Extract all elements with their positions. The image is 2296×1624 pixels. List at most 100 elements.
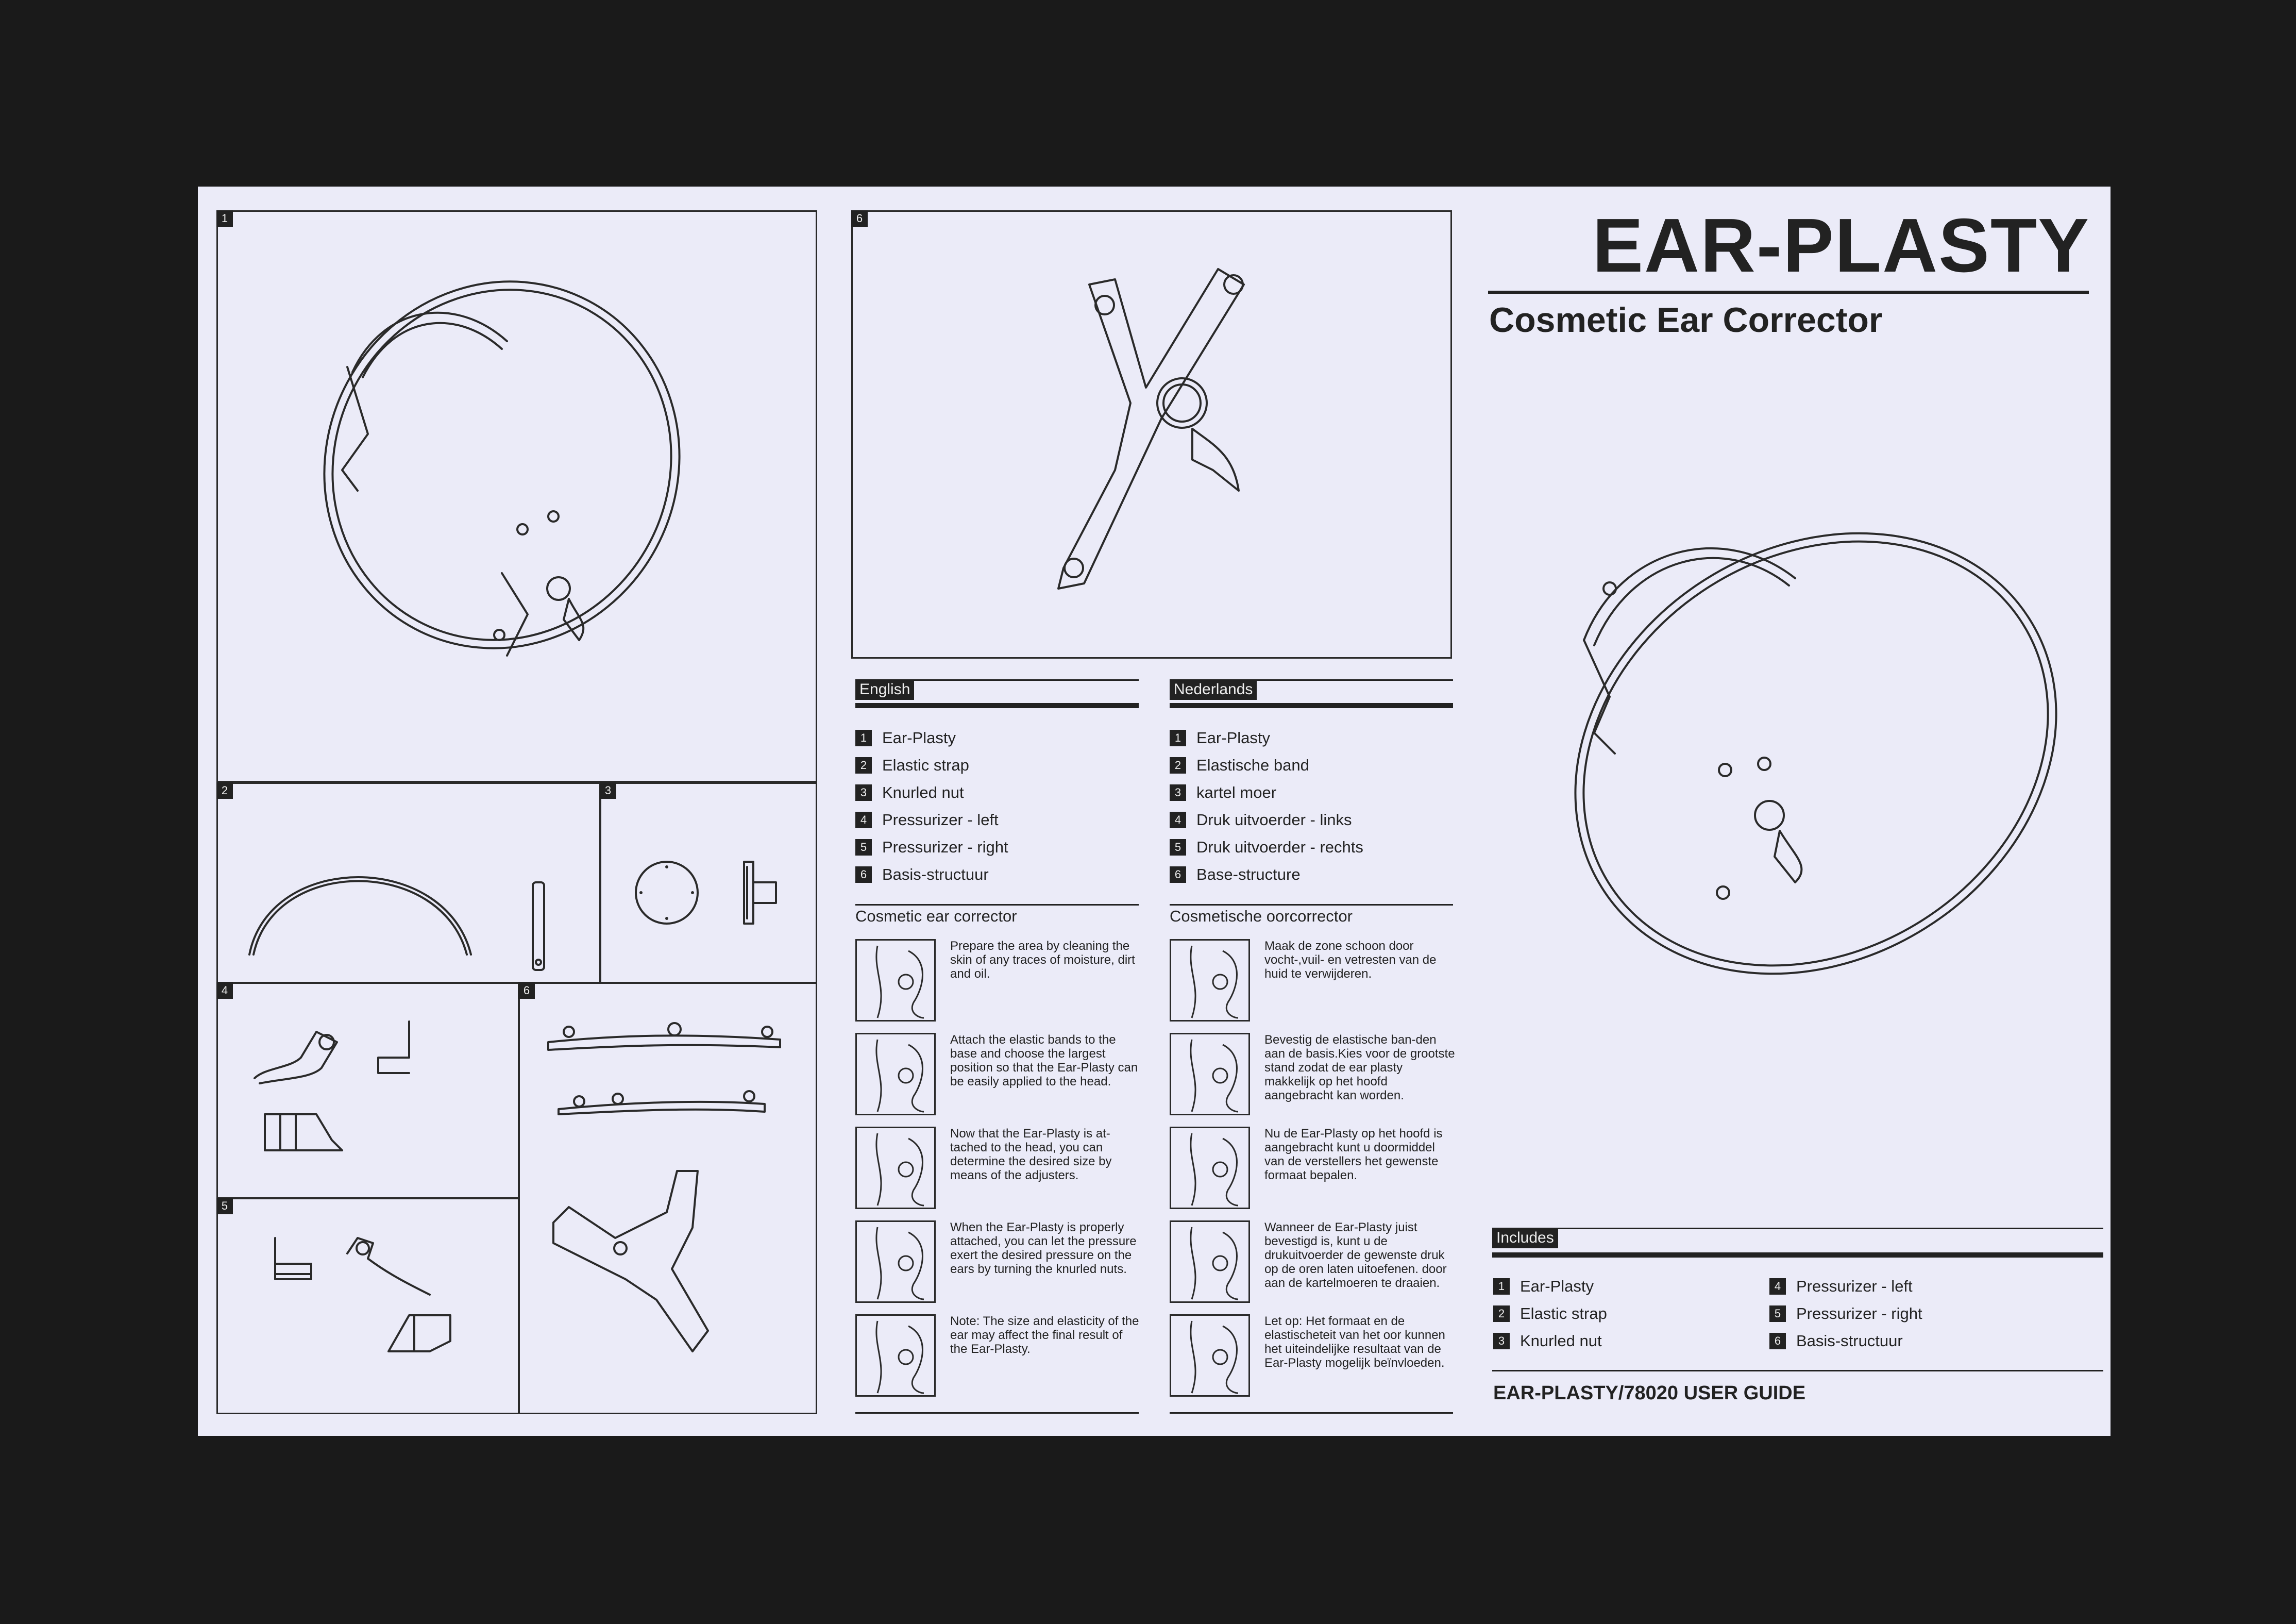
english-rule-thick — [855, 703, 1139, 708]
figure-number-1: 1 — [216, 210, 233, 227]
part-number-badge: 1 — [1493, 1278, 1510, 1295]
parts-list-item: 5 Pressurizer - right — [855, 837, 1008, 858]
figure-number-4: 4 — [216, 982, 233, 999]
part-number-badge: 5 — [1769, 1305, 1786, 1322]
english-steps-rule — [855, 904, 1139, 906]
part-number-badge: 4 — [855, 812, 872, 828]
dutch-rule-thin — [1170, 679, 1453, 681]
part-number-badge: 5 — [1170, 839, 1186, 856]
english-bottom-rule — [855, 1412, 1139, 1414]
step-illustration — [855, 1220, 936, 1303]
step-text: Now that the Ear-Plasty is at-tached to … — [950, 1127, 1112, 1182]
parts-list-item: 4 Druk uitvoerder - links — [1170, 810, 1352, 830]
parts-list-item: 2 Elastic strap — [855, 755, 969, 776]
part-number-badge: 3 — [855, 784, 872, 801]
part-number-badge: 2 — [855, 757, 872, 774]
footer-rule — [1492, 1370, 2103, 1371]
part-label: Pressurizer - right — [882, 838, 1008, 856]
part-label: Knurled nut — [1520, 1332, 1602, 1350]
base-structure-illustration — [547, 1022, 781, 1352]
part-number-badge: 3 — [1170, 784, 1186, 801]
figure-number-6b: 6 — [851, 210, 868, 227]
step-text: Let op: Het formaat en de elastischeteit… — [1264, 1314, 1445, 1370]
part-label: Elastische band — [1196, 756, 1309, 774]
step-illustration — [1170, 1033, 1250, 1115]
step-text: Note: The size and elasticity of the ear… — [950, 1314, 1139, 1356]
dutch-steps-rule — [1170, 904, 1453, 906]
ear-plasty-illustration-small — [323, 280, 681, 657]
part-label: kartel moer — [1196, 783, 1277, 801]
part-number-badge: 1 — [855, 730, 872, 746]
step-text: When the Ear-Plasty is properly attached… — [950, 1220, 1137, 1276]
part-label: Pressurizer - left — [882, 811, 999, 829]
step-illustration — [855, 1127, 936, 1209]
part-number-badge: 4 — [1769, 1278, 1786, 1295]
part-number-badge: 2 — [1170, 757, 1186, 774]
part-label: Elastic strap — [882, 756, 969, 774]
part-label: Basis-structuur — [882, 865, 989, 883]
knurled-nut-illustration — [635, 861, 777, 925]
pressurizer-right-illustration — [274, 1237, 451, 1352]
part-number-badge: 5 — [855, 839, 872, 856]
includes-item: 6 Basis-structuur — [1769, 1331, 1903, 1351]
title-rule — [1488, 291, 2089, 294]
part-number-badge: 2 — [1493, 1305, 1510, 1322]
parts-list-item: 3 Knurled nut — [855, 782, 964, 803]
parts-list-item: 1 Ear-Plasty — [855, 728, 956, 748]
step-illustration — [855, 1033, 936, 1115]
parts-list-item: 1 Ear-Plasty — [1170, 728, 1270, 748]
includes-item: 5 Pressurizer - right — [1769, 1303, 1922, 1324]
elastic-strap-illustration — [248, 876, 545, 971]
part-number-badge: 4 — [1170, 812, 1186, 828]
step-text: Attach the elastic bands to the base and… — [950, 1033, 1138, 1089]
includes-section-tag: Includes — [1492, 1228, 1558, 1248]
ear-plasty-illustration-large — [1574, 532, 2057, 975]
part-label: Ear-Plasty — [882, 729, 956, 747]
dutch-bottom-rule — [1170, 1412, 1453, 1414]
includes-item: 4 Pressurizer - left — [1769, 1276, 1913, 1297]
step-illustration — [855, 939, 936, 1022]
includes-item: 3 Knurled nut — [1493, 1331, 1602, 1351]
includes-item: 1 Ear-Plasty — [1493, 1276, 1594, 1297]
step-text: Prepare the area by cleaning the skin of… — [950, 939, 1135, 981]
includes-rule-thick — [1492, 1252, 2103, 1258]
step-text: Bevestig de elastische ban-den aan de ba… — [1264, 1033, 1455, 1102]
part-label: Ear-Plasty — [1520, 1277, 1594, 1295]
part-label: Elastic strap — [1520, 1304, 1607, 1322]
page-title: EAR-PLASTY — [1592, 203, 2090, 288]
figure-number-6a: 6 — [518, 982, 535, 999]
english-rule-thin — [855, 679, 1139, 681]
parts-list-item: 6 Base-structure — [1170, 864, 1301, 885]
english-steps-title: Cosmetic ear corrector — [855, 907, 1017, 925]
part-label: Knurled nut — [882, 783, 964, 801]
page-subtitle: Cosmetic Ear Corrector — [1489, 300, 1883, 340]
part-label: Pressurizer - right — [1796, 1304, 1922, 1322]
parts-list-item: 4 Pressurizer - left — [855, 810, 999, 830]
part-label: Base-structure — [1196, 865, 1301, 883]
parts-list-item: 2 Elastische band — [1170, 755, 1309, 776]
parts-list-item: 3 kartel moer — [1170, 782, 1276, 803]
part-number-badge: 6 — [1769, 1333, 1786, 1349]
parts-list-item: 6 Basis-structuur — [855, 864, 989, 885]
step-text: Nu de Ear-Plasty op het hoofd is aangebr… — [1264, 1127, 1443, 1182]
includes-rule-thin — [1492, 1228, 2103, 1229]
english-section-tag: English — [855, 679, 915, 700]
step-illustration — [1170, 1220, 1250, 1303]
step-illustration — [1170, 939, 1250, 1022]
figure-number-5: 5 — [216, 1198, 233, 1214]
step-illustration — [855, 1314, 936, 1397]
parts-list-item: 5 Druk uitvoerder - rechts — [1170, 837, 1363, 858]
part-label: Ear-Plasty — [1196, 729, 1270, 747]
part-label: Druk uitvoerder - rechts — [1196, 838, 1363, 856]
part-number-badge: 6 — [1170, 866, 1186, 883]
footer-guide-label: EAR-PLASTY/78020 USER GUIDE — [1493, 1382, 1806, 1404]
part-label: Basis-structuur — [1796, 1332, 1903, 1350]
figure-number-3: 3 — [600, 782, 616, 799]
step-illustration — [1170, 1127, 1250, 1209]
part-label: Pressurizer - left — [1796, 1277, 1913, 1295]
step-illustration — [1170, 1314, 1250, 1397]
part-label: Druk uitvoerder - links — [1196, 811, 1352, 829]
step-text: Maak de zone schoon door vocht-,vuil- en… — [1264, 939, 1437, 981]
step-text: Wanneer de Ear-Plasty juist bevestigd is… — [1264, 1220, 1447, 1290]
pressurizer-left-illustration — [254, 1020, 410, 1151]
